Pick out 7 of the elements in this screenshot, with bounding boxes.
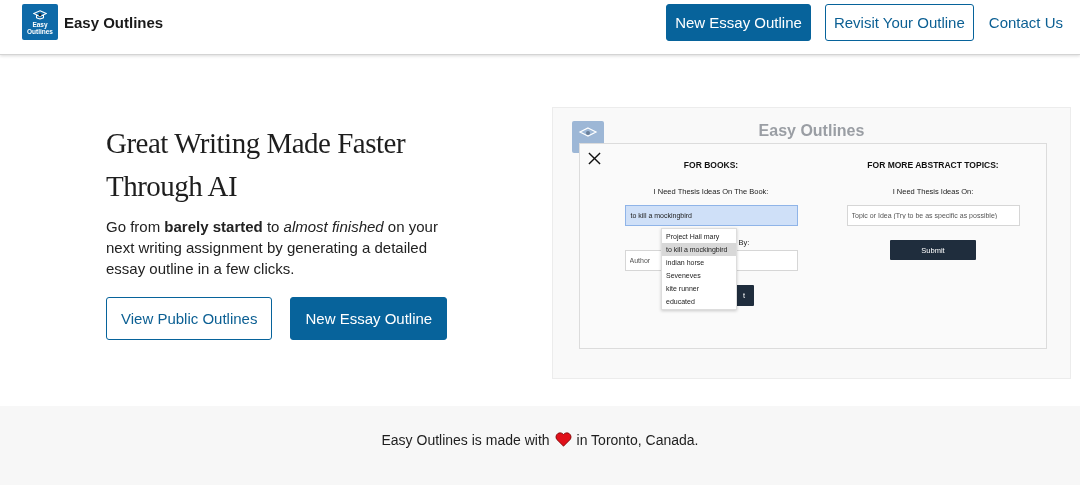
section-heading: FOR MORE ABSTRACT TOPICS: — [867, 160, 999, 170]
hero-title: Great Writing Made Faster Through AI — [106, 125, 407, 204]
preview-title: Easy Outlines — [758, 121, 865, 140]
footer-text: Easy Outlines is made with — [381, 431, 550, 448]
hero-description: Go from barely started to almost finished on your next writing assignment by generating a detailed essay outline in a few clicks. — [106, 216, 439, 279]
section-heading: FOR BOOKS: — [683, 160, 739, 170]
footer-text: in Toronto, Canada. — [576, 431, 699, 448]
